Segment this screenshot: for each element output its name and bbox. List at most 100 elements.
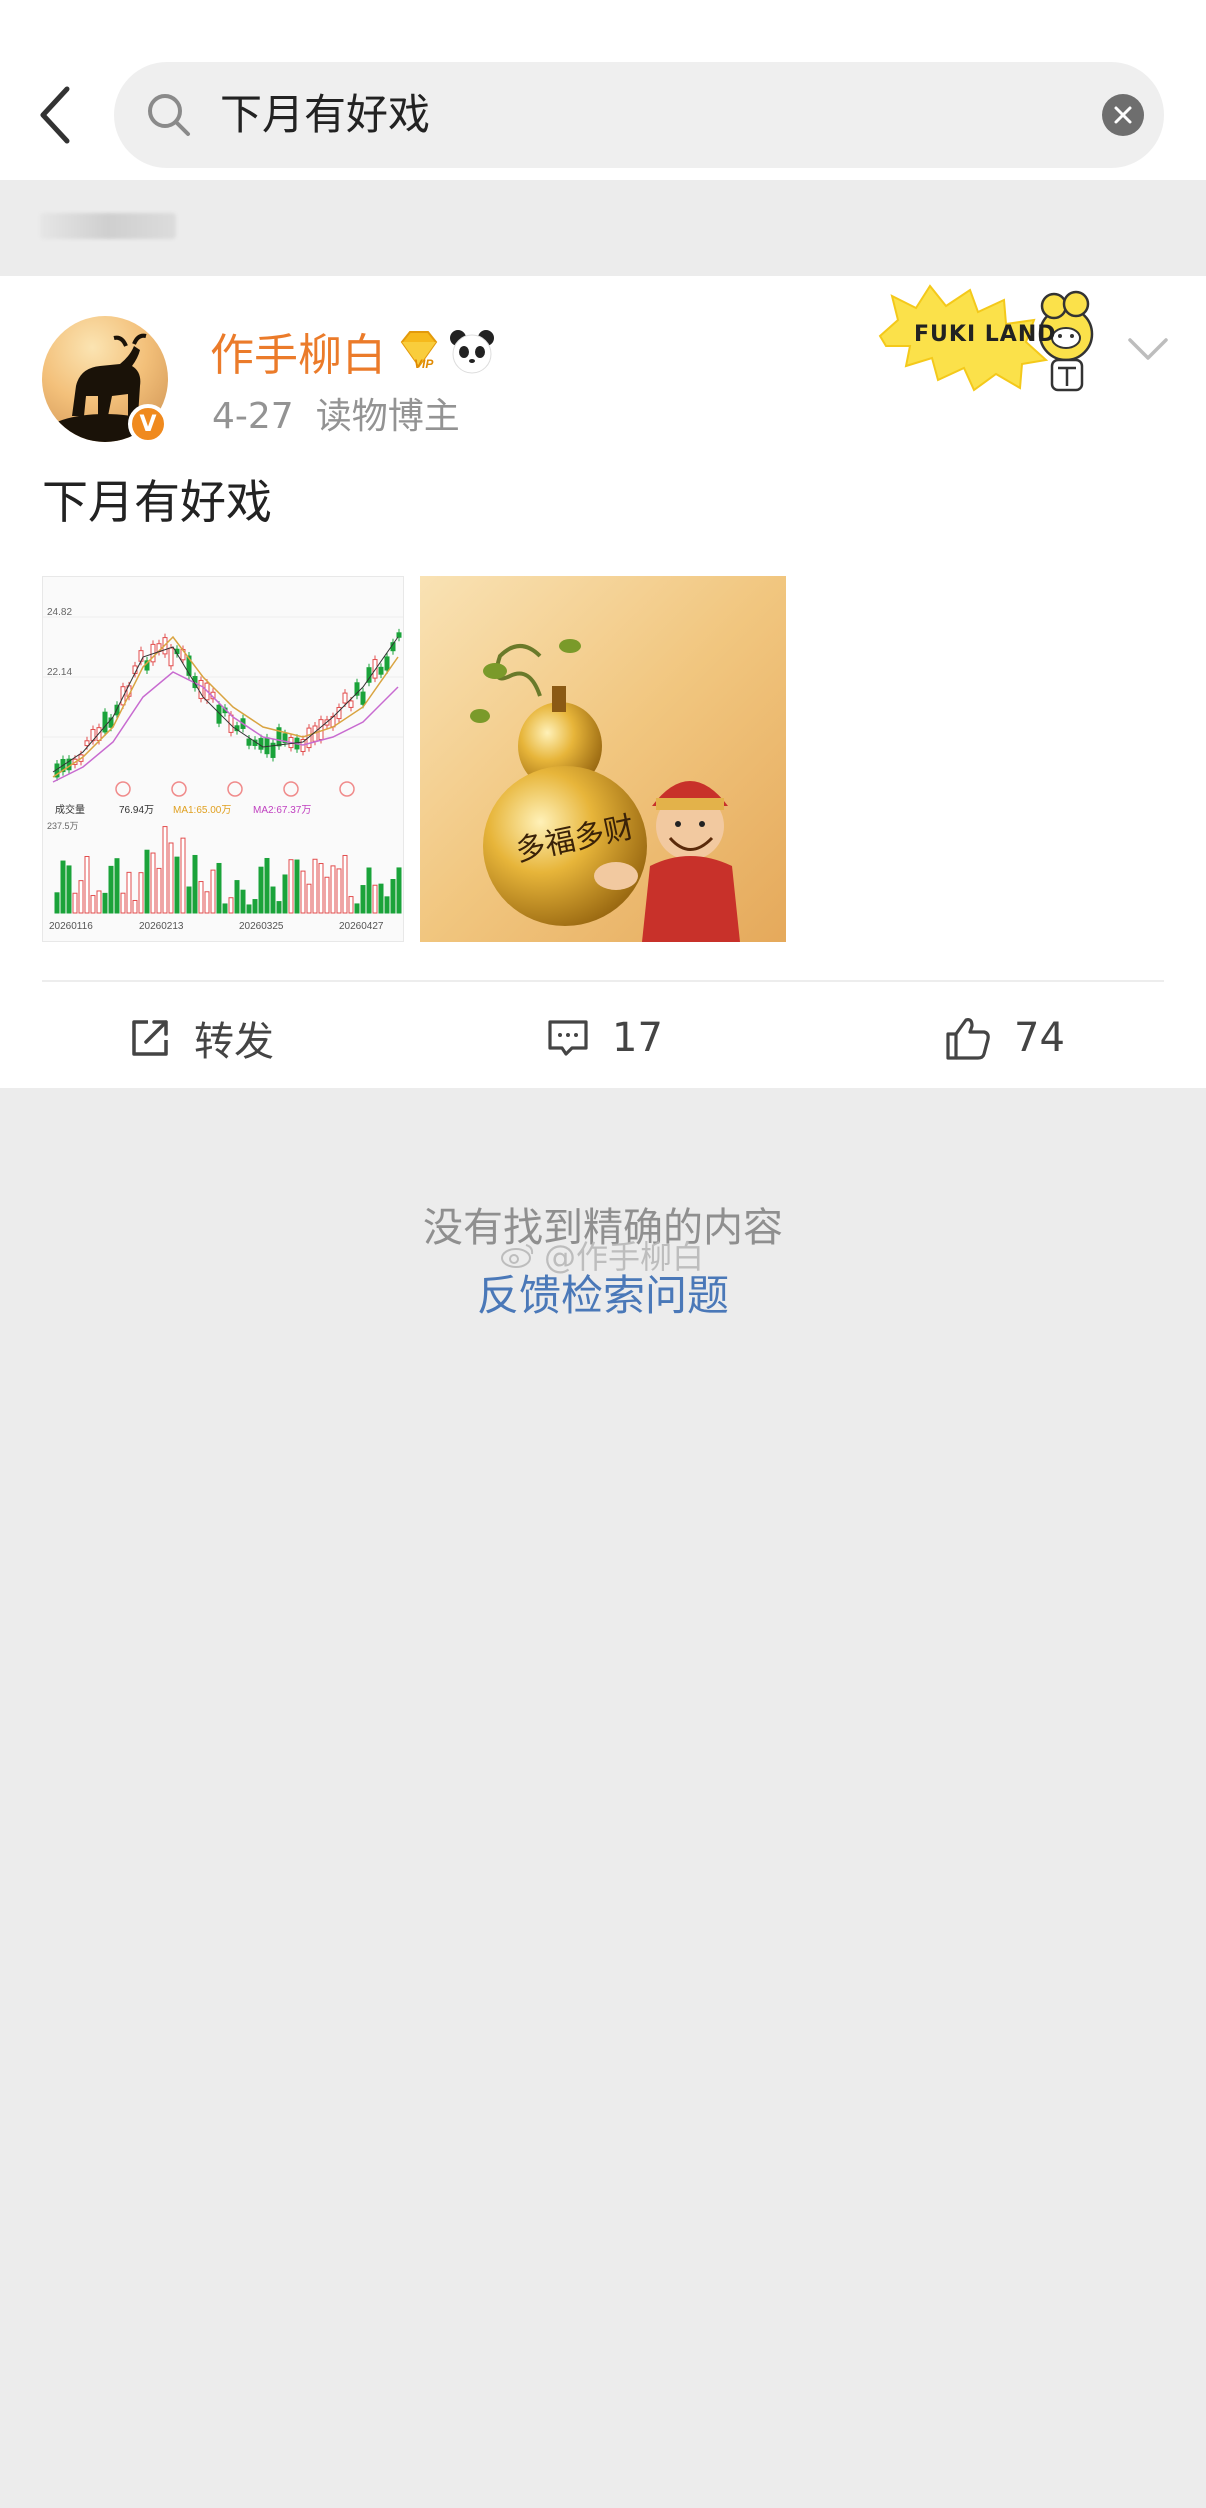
volume-bar <box>66 865 72 914</box>
volume-bar <box>306 883 312 914</box>
candle-body <box>372 659 378 679</box>
volume-bar <box>396 867 402 914</box>
volume-bar <box>120 892 126 914</box>
thumbs-up-icon <box>946 1018 990 1060</box>
volume-bar <box>342 854 348 914</box>
volume-bar <box>330 865 336 914</box>
volume-label: 成交量 <box>55 803 85 816</box>
candle-body <box>246 738 252 746</box>
post-content-text: 下月有好戏 <box>42 475 272 529</box>
volume-bar <box>156 867 162 914</box>
date-label-4: 20260427 <box>339 921 384 932</box>
candle-body <box>138 650 144 662</box>
candle-body <box>318 719 324 740</box>
blurred-filter-label <box>40 213 176 239</box>
volume-bar <box>270 886 276 914</box>
search-icon <box>148 94 190 136</box>
feedback-search-link[interactable]: 反馈检索问题 <box>0 1266 1206 1326</box>
post-author-name[interactable]: 作手柳白 <box>210 326 386 386</box>
candle-body <box>258 738 264 750</box>
volume-bar <box>294 859 300 914</box>
volume-bar <box>174 856 180 914</box>
volume-bar <box>222 903 228 914</box>
volume-bar <box>198 881 204 914</box>
volume-bar <box>360 885 366 914</box>
volume-bar <box>210 869 216 914</box>
volume-bar <box>276 901 282 914</box>
volume-bar <box>114 858 120 914</box>
candle-body <box>360 691 366 705</box>
volume-bar <box>318 863 324 914</box>
panda-icon <box>450 330 494 374</box>
chevron-left-icon <box>40 86 70 144</box>
candle-body <box>384 656 390 671</box>
clear-search-button[interactable] <box>1102 94 1144 136</box>
repost-label: 转发 <box>194 1019 274 1065</box>
volume-bar <box>84 856 90 914</box>
vip-diamond-icon: VIP <box>400 331 438 371</box>
volume-bar <box>144 849 150 914</box>
volume-bar <box>234 880 240 914</box>
volume-bar <box>246 904 252 914</box>
comment-button[interactable]: 17 <box>546 988 663 1088</box>
volume-bar <box>390 879 396 914</box>
repost-button[interactable]: 转发 <box>128 988 274 1088</box>
candle-body <box>348 700 354 708</box>
volume-bar <box>252 899 258 914</box>
weibo-logo-icon <box>501 1244 534 1268</box>
volume-bar <box>288 859 294 914</box>
filter-strip <box>0 180 1206 276</box>
date-label-3: 20260325 <box>239 921 284 932</box>
post-image-stock-chart[interactable]: 24.82 22.14 成交量 76.94万 MA1:65.00万 MA2:67… <box>42 576 404 942</box>
volume-bar <box>366 867 372 914</box>
volume-bar <box>336 868 342 914</box>
chart-label-mid: 22.14 <box>47 667 72 678</box>
volume-bar <box>240 889 246 914</box>
volume-bar <box>150 852 156 914</box>
volume-bar <box>168 842 174 914</box>
volume-bar <box>204 891 210 914</box>
search-query-text[interactable]: 下月有好戏 <box>220 62 430 168</box>
like-button[interactable]: 74 <box>944 988 1065 1088</box>
chevron-down-icon[interactable] <box>1126 334 1170 364</box>
ma2-label: MA2:67.37万 <box>253 805 311 816</box>
volume-bar <box>60 860 66 914</box>
like-count: 74 <box>1014 1015 1065 1061</box>
card-divider <box>42 980 1164 982</box>
golden-gourd-illustration: 多福多财 <box>420 576 786 942</box>
volume-bar <box>354 903 360 914</box>
post-source: 读物博主 <box>315 396 460 437</box>
post-card[interactable]: V 作手柳白 VIP 4-27 读物博主 FUKI LAND 下月有好戏 24.… <box>0 276 1206 1088</box>
volume-bar <box>258 866 264 914</box>
candle-body <box>396 632 402 638</box>
post-meta: 4-27 读物博主 <box>212 392 460 442</box>
volume-axis-label: 237.5万 <box>47 821 79 831</box>
volume-bar <box>324 876 330 914</box>
candle-body <box>264 737 270 755</box>
candle-body <box>120 686 126 706</box>
volume-bar <box>96 890 102 914</box>
fuki-land-text: FUKI LAND <box>914 322 1057 347</box>
volume-bar <box>300 870 306 914</box>
search-header: 下月有好戏 <box>0 0 1206 180</box>
candle-body <box>102 711 108 733</box>
volume-bar <box>312 858 318 914</box>
verified-badge-icon: V <box>128 404 168 444</box>
ma1-label: MA1:65.00万 <box>173 805 231 816</box>
back-button[interactable] <box>30 80 80 150</box>
fuki-land-badge[interactable]: FUKI LAND <box>870 276 1120 394</box>
candle-body <box>378 666 384 675</box>
post-image-golden-gourd[interactable]: 多福多财 <box>420 576 786 942</box>
volume-bar <box>72 892 78 914</box>
volume-bar <box>132 899 138 914</box>
svg-text:VIP: VIP <box>414 357 434 371</box>
search-input[interactable]: 下月有好戏 <box>114 62 1164 168</box>
date-label-1: 20260116 <box>49 921 93 932</box>
volume-bar <box>90 895 96 914</box>
volume-bar <box>162 826 168 914</box>
post-date: 4-27 <box>212 396 294 437</box>
chart-label-high: 24.82 <box>47 607 72 618</box>
volume-bar <box>216 862 222 914</box>
date-label-2: 20260213 <box>139 921 184 932</box>
volume-bar <box>192 854 198 914</box>
